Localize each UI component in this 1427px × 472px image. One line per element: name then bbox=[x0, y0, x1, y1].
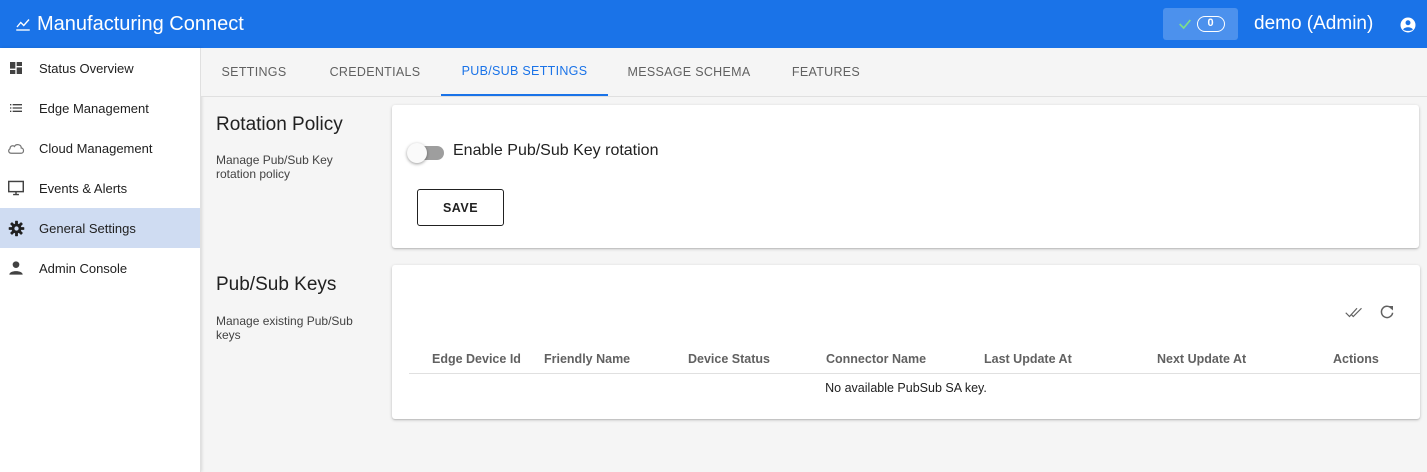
pubsub-keys-card: Edge Device Id Friendly Name Device Stat… bbox=[392, 265, 1420, 419]
rotation-policy-description: Manage Pub/Sub Key rotation policy bbox=[216, 153, 333, 181]
settings-tabs: SETTINGS CREDENTIALS PUB/SUB SETTINGS ME… bbox=[201, 48, 1427, 97]
sidebar-item-events-alerts[interactable]: Events & Alerts bbox=[0, 168, 200, 208]
column-edge-device-id[interactable]: Edge Device Id bbox=[432, 352, 521, 366]
account-circle-icon[interactable] bbox=[1399, 16, 1417, 34]
column-friendly-name[interactable]: Friendly Name bbox=[544, 352, 630, 366]
tab-message-schema[interactable]: MESSAGE SCHEMA bbox=[612, 48, 766, 96]
system-status-button[interactable]: 0 bbox=[1163, 8, 1238, 40]
status-count-badge: 0 bbox=[1196, 16, 1225, 32]
sidebar-item-label: Events & Alerts bbox=[39, 180, 128, 196]
rotation-policy-title: Rotation Policy bbox=[216, 114, 343, 135]
sidebar-item-cloud-management[interactable]: Cloud Management bbox=[0, 128, 200, 168]
sidebar-item-label: Status Overview bbox=[39, 60, 134, 76]
tab-pubsub-settings[interactable]: PUB/SUB SETTINGS bbox=[441, 48, 608, 96]
cloud-icon bbox=[7, 139, 25, 157]
sidebar-item-label: Admin Console bbox=[39, 260, 128, 276]
column-actions: Actions bbox=[1333, 352, 1379, 366]
list-icon bbox=[7, 99, 25, 117]
sidebar: Status Overview Edge Management Cloud Ma… bbox=[0, 48, 201, 472]
user-name[interactable]: demo (Admin) bbox=[1254, 0, 1373, 48]
column-device-status[interactable]: Device Status bbox=[688, 352, 770, 366]
sidebar-item-status-overview[interactable]: Status Overview bbox=[0, 48, 200, 88]
done-all-icon[interactable] bbox=[1345, 303, 1363, 321]
rotation-toggle[interactable] bbox=[407, 143, 444, 163]
tab-settings[interactable]: SETTINGS bbox=[201, 48, 307, 96]
app-title: Manufacturing Connect bbox=[37, 12, 244, 35]
rotation-policy-card: Enable Pub/Sub Key rotation SAVE bbox=[392, 105, 1419, 248]
pubsub-keys-title: Pub/Sub Keys bbox=[216, 274, 337, 295]
column-next-update-at[interactable]: Next Update At bbox=[1157, 352, 1246, 366]
sidebar-item-general-settings[interactable]: General Settings bbox=[0, 208, 200, 248]
toggle-knob bbox=[407, 143, 427, 163]
table-header-divider bbox=[409, 373, 1420, 374]
app-brand[interactable]: Manufacturing Connect bbox=[14, 0, 244, 48]
check-icon bbox=[1178, 19, 1191, 30]
sidebar-item-label: Edge Management bbox=[39, 100, 149, 116]
tab-credentials[interactable]: CREDENTIALS bbox=[313, 48, 437, 96]
table-empty-message: No available PubSub SA key. bbox=[825, 381, 987, 395]
tab-features[interactable]: FEATURES bbox=[775, 48, 877, 96]
pubsub-keys-description: Manage existing Pub/Sub keys bbox=[216, 314, 353, 342]
rotation-toggle-label[interactable]: Enable Pub/Sub Key rotation bbox=[453, 142, 658, 160]
column-connector-name[interactable]: Connector Name bbox=[826, 352, 926, 366]
person-icon bbox=[7, 259, 25, 277]
sidebar-item-edge-management[interactable]: Edge Management bbox=[0, 88, 200, 128]
gear-icon bbox=[7, 219, 25, 237]
refresh-icon[interactable] bbox=[1378, 303, 1396, 321]
save-button[interactable]: SAVE bbox=[417, 189, 504, 226]
column-last-update-at[interactable]: Last Update At bbox=[984, 352, 1072, 366]
sidebar-item-label: Cloud Management bbox=[39, 140, 153, 156]
sidebar-item-admin-console[interactable]: Admin Console bbox=[0, 248, 200, 288]
chart-line-icon bbox=[16, 19, 30, 31]
sidebar-item-label: General Settings bbox=[39, 220, 136, 236]
dashboard-icon bbox=[7, 59, 25, 77]
monitor-icon bbox=[7, 179, 25, 197]
app-header: Manufacturing Connect 0 demo (Admin) bbox=[0, 0, 1427, 48]
